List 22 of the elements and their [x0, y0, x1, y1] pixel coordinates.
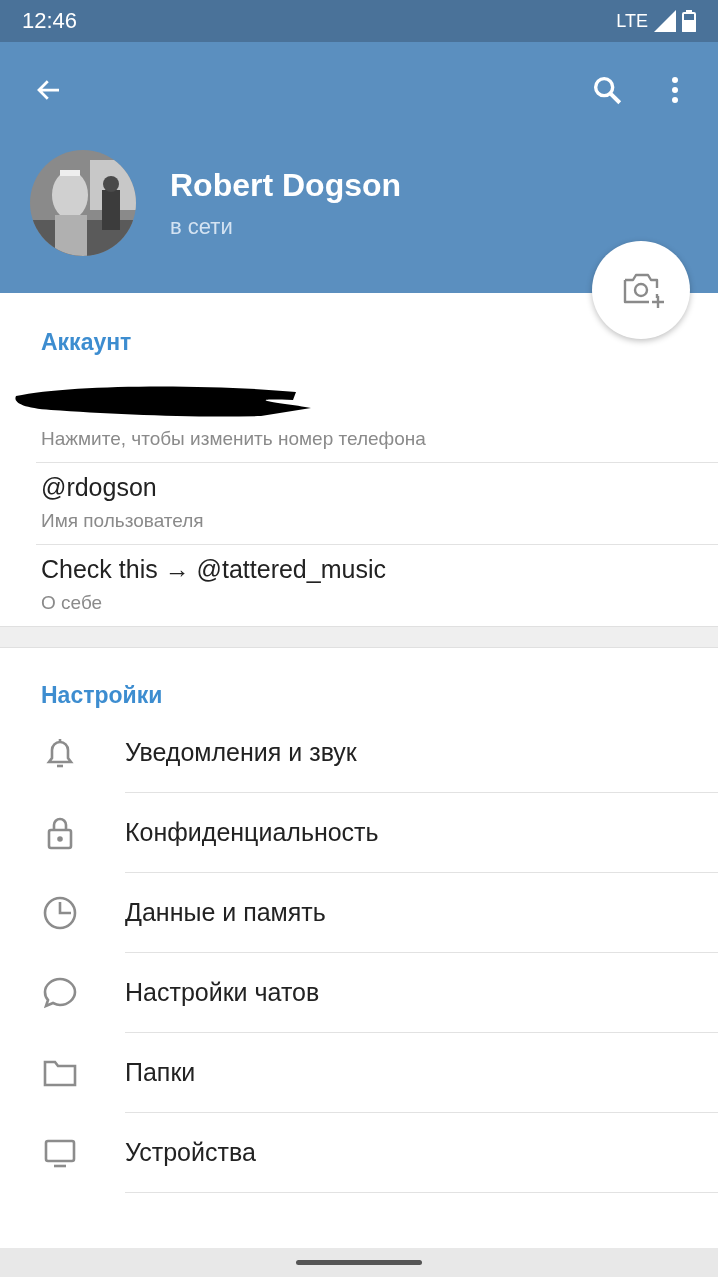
- online-status: в сети: [170, 213, 234, 240]
- settings-item[interactable]: Уведомления и звук: [0, 713, 718, 793]
- battery-icon: [682, 10, 696, 32]
- settings-item[interactable]: Конфиденциальность: [0, 793, 718, 873]
- clock: 12:46: [22, 8, 78, 34]
- settings-item[interactable]: Папки: [0, 1033, 718, 1113]
- camera-add-button[interactable]: [592, 241, 690, 339]
- field-caption: Имя пользователя: [41, 510, 205, 532]
- network-type: LTE: [616, 10, 648, 32]
- settings-item[interactable]: Настройки чатов: [0, 953, 718, 1033]
- signal-icon: [654, 10, 676, 32]
- settings-item[interactable]: Данные и память: [0, 873, 718, 953]
- home-handle[interactable]: [296, 1260, 422, 1265]
- profile-name: Robert Dogson: [170, 166, 402, 204]
- more-menu-icon[interactable]: [670, 75, 680, 105]
- section-title: Аккаунт: [40, 329, 133, 356]
- field-caption: Нажмите, чтобы изменить номер телефона: [41, 428, 427, 450]
- field-value[interactable]: Check this → @tattered_music: [41, 555, 718, 584]
- field-value[interactable]: @rdogson: [41, 473, 718, 502]
- field-caption: О себе: [41, 592, 104, 614]
- section-title: Настройки: [40, 682, 164, 709]
- settings-item[interactable]: Устройства: [0, 1113, 718, 1193]
